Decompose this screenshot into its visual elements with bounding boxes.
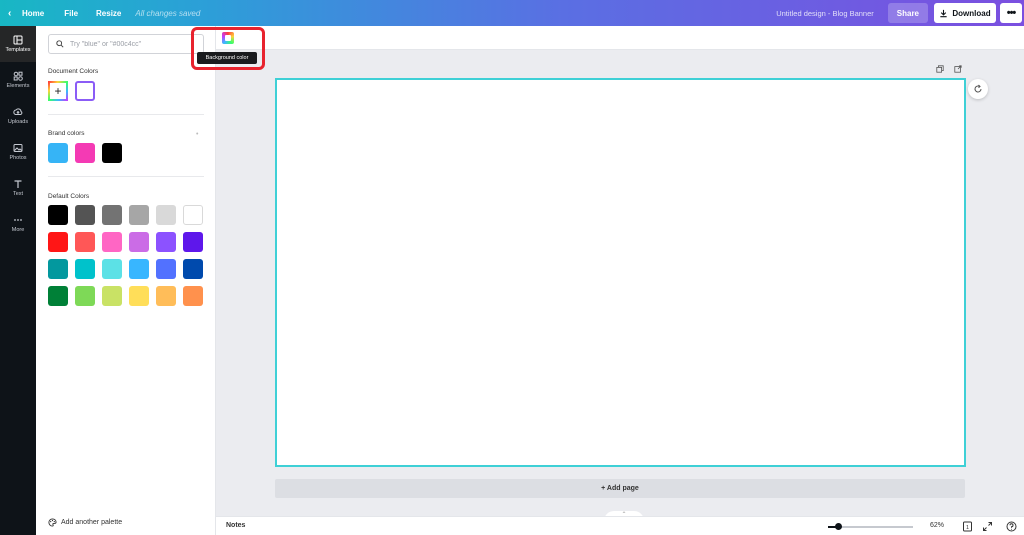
brand-color-swatch[interactable] [75, 143, 95, 163]
rail-label: Uploads [7, 119, 29, 125]
color-search[interactable] [48, 34, 204, 54]
background-color-tooltip: Background color [197, 52, 257, 64]
add-document-color-button[interactable]: + [48, 81, 68, 101]
home-button[interactable]: Home [22, 9, 44, 18]
default-color-swatch[interactable] [102, 259, 122, 279]
add-palette-label: Add another palette [61, 519, 123, 526]
page-count: 1 [966, 525, 969, 531]
file-menu[interactable]: File [64, 9, 78, 18]
add-page-button[interactable]: + Add page [275, 479, 965, 498]
add-page-icon[interactable] [954, 65, 962, 73]
default-color-swatch[interactable] [129, 232, 149, 252]
resize-menu[interactable]: Resize [96, 9, 121, 18]
color-panel: Document Colors + Brand colors • Default… [36, 26, 216, 535]
download-button[interactable]: Download [934, 3, 996, 23]
duplicate-page-icon[interactable] [936, 65, 944, 73]
add-another-palette-button[interactable]: Add another palette [48, 518, 122, 527]
default-color-swatch[interactable] [183, 259, 203, 279]
divider [48, 176, 204, 177]
brand-color-swatch[interactable] [102, 143, 122, 163]
download-icon [940, 9, 948, 17]
default-color-swatch[interactable] [48, 205, 68, 225]
default-color-swatch[interactable] [129, 259, 149, 279]
rail-label: Elements [6, 83, 30, 89]
default-color-swatch[interactable] [102, 205, 122, 225]
default-color-swatch[interactable] [75, 205, 95, 225]
brand-colors-title: Brand colors [48, 130, 85, 137]
page-tools [936, 65, 962, 73]
default-color-swatch[interactable] [129, 286, 149, 306]
default-color-swatch[interactable] [156, 205, 176, 225]
divider [48, 114, 204, 115]
default-color-swatch[interactable] [183, 205, 203, 225]
elements-icon [13, 71, 23, 81]
default-color-swatch[interactable] [183, 232, 203, 252]
rail-item-more[interactable]: More [0, 206, 36, 242]
rail-item-elements[interactable]: Elements [0, 62, 36, 98]
color-search-input[interactable] [70, 40, 200, 48]
default-color-swatch[interactable] [129, 205, 149, 225]
help-icon[interactable] [1006, 521, 1017, 532]
design-title[interactable]: Untitled design - Blog Banner [776, 9, 874, 18]
default-color-swatch[interactable] [183, 286, 203, 306]
default-color-swatch[interactable] [48, 259, 68, 279]
document-color-swatch[interactable] [75, 81, 95, 101]
rail-item-uploads[interactable]: Uploads [0, 98, 36, 134]
zoom-level[interactable]: 62% [930, 522, 944, 529]
rotate-button[interactable] [968, 79, 988, 99]
default-color-swatch[interactable] [75, 232, 95, 252]
text-icon [14, 180, 22, 188]
design-canvas[interactable] [275, 78, 966, 467]
brand-colors-menu-icon[interactable]: • [196, 131, 198, 138]
default-color-swatch[interactable] [156, 259, 176, 279]
rail-label: Text [12, 191, 24, 197]
search-icon [56, 40, 64, 48]
more-icon [14, 219, 22, 221]
default-color-swatch[interactable] [156, 286, 176, 306]
editor-toolbar [216, 26, 1024, 50]
default-color-swatch[interactable] [75, 259, 95, 279]
default-color-swatch[interactable] [75, 286, 95, 306]
default-color-swatch[interactable] [102, 232, 122, 252]
rail-item-photos[interactable]: Photos [0, 134, 36, 170]
download-label: Download [952, 8, 991, 18]
rail-label: More [11, 227, 25, 233]
share-button[interactable]: Share [887, 3, 928, 23]
notes-button[interactable]: Notes [226, 522, 245, 529]
top-bar: ‹ Home File Resize All changes saved Unt… [0, 0, 1024, 26]
palette-icon [48, 518, 57, 527]
default-color-swatch[interactable] [156, 232, 176, 252]
refresh-icon [974, 84, 982, 93]
fullscreen-icon[interactable] [982, 521, 993, 532]
photos-icon [13, 144, 23, 152]
rail-label: Templates [5, 47, 31, 53]
zoom-slider-thumb[interactable] [835, 523, 842, 530]
rail-item-text[interactable]: Text [0, 170, 36, 206]
rail-label: Photos [9, 155, 27, 161]
templates-icon [13, 35, 23, 45]
document-colors-title: Document Colors [48, 68, 99, 75]
side-rail: Templates Elements Uploads Photos Text M… [0, 26, 36, 535]
default-color-swatch[interactable] [48, 286, 68, 306]
default-colors-title: Default Colors [48, 193, 90, 200]
default-color-swatch[interactable] [48, 232, 68, 252]
bottom-bar: Notes 62% 1 [216, 516, 1024, 535]
save-status: All changes saved [135, 8, 201, 18]
brand-color-swatch[interactable] [48, 143, 68, 163]
page-count-icon[interactable]: 1 [962, 521, 973, 532]
uploads-icon [13, 108, 23, 115]
back-chevron-icon[interactable]: ‹ [8, 8, 18, 19]
more-options-button[interactable]: ••• [1000, 3, 1022, 23]
default-color-swatch[interactable] [102, 286, 122, 306]
rail-item-templates[interactable]: Templates [0, 26, 36, 62]
